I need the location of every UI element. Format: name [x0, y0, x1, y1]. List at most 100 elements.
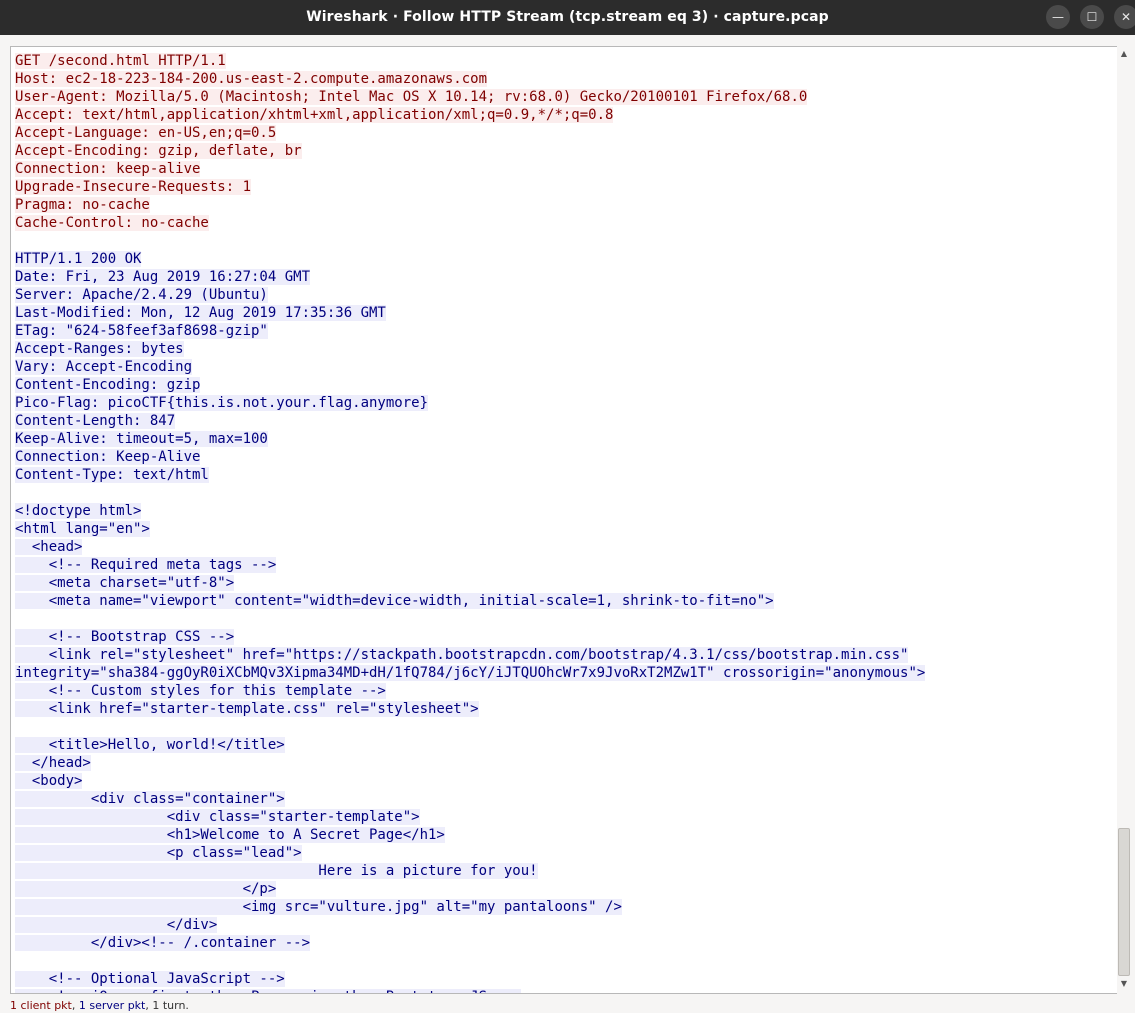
stream-text-area[interactable]: GET /second.html HTTP/1.1 Host: ec2-18-22…	[10, 46, 1118, 994]
response-line: <!-- Bootstrap CSS -->	[15, 628, 1117, 646]
server-text: Content-Encoding: gzip	[15, 377, 201, 393]
client-packets-count: 1 client pkt	[10, 999, 72, 1012]
server-text: Pico-Flag: picoCTF{this.is.not.your.flag…	[15, 395, 429, 411]
response-line: <link rel="stylesheet" href="https://sta…	[15, 646, 1117, 664]
server-text: Date: Fri, 23 Aug 2019 16:27:04 GMT	[15, 269, 311, 285]
response-line: <body>	[15, 772, 1117, 790]
response-line: <!doctype html>	[15, 502, 1117, 520]
server-text: Content-Length: 847	[15, 413, 176, 429]
response-line: </div><!-- /.container -->	[15, 934, 1117, 952]
server-text: </div>	[15, 917, 218, 933]
response-line: integrity="sha384-ggOyR0iXCbMQv3Xipma34M…	[15, 664, 1117, 682]
response-line	[15, 610, 1117, 628]
client-text: Accept-Encoding: gzip, deflate, br	[15, 143, 302, 159]
server-text: <div class="container">	[15, 791, 285, 807]
scroll-up-arrow-icon[interactable]: ▲	[1117, 48, 1131, 60]
minimize-icon[interactable]: —	[1046, 5, 1070, 29]
response-line: Content-Length: 847	[15, 412, 1117, 430]
stream-status-text: 1 client pkt, 1 server pkt, 1 turn.	[10, 999, 189, 1013]
request-line: GET /second.html HTTP/1.1	[15, 52, 1117, 70]
request-line: Cache-Control: no-cache	[15, 214, 1117, 232]
response-line	[15, 718, 1117, 736]
title-bar: Wireshark · Follow HTTP Stream (tcp.stre…	[0, 0, 1135, 35]
client-text: Cache-Control: no-cache	[15, 215, 209, 231]
client-text: Host: ec2-18-223-184-200.us-east-2.compu…	[15, 71, 488, 87]
server-text: <link href="starter-template.css" rel="s…	[15, 701, 479, 717]
response-line: </p>	[15, 880, 1117, 898]
server-text: ETag: "624-58feef3af8698-gzip"	[15, 323, 268, 339]
server-text: <img src="vulture.jpg" alt="my pantaloon…	[15, 899, 622, 915]
response-line: <meta name="viewport" content="width=dev…	[15, 592, 1117, 610]
maximize-icon[interactable]: ☐	[1080, 5, 1104, 29]
request-line: Accept-Language: en-US,en;q=0.5	[15, 124, 1117, 142]
server-text: <p class="lead">	[15, 845, 302, 861]
server-packets-count: 1 server pkt	[78, 999, 146, 1012]
response-line	[15, 952, 1117, 970]
server-text: <html lang="en">	[15, 521, 150, 537]
server-text: Here is a picture for you!	[15, 863, 538, 879]
response-line: <head>	[15, 538, 1117, 556]
response-line: <div class="container">	[15, 790, 1117, 808]
server-text: Keep-Alive: timeout=5, max=100	[15, 431, 268, 447]
response-line: Connection: Keep-Alive	[15, 448, 1117, 466]
response-line: <!-- Custom styles for this template -->	[15, 682, 1117, 700]
request-line: Connection: keep-alive	[15, 160, 1117, 178]
server-text: <link rel="stylesheet" href="https://sta…	[15, 647, 909, 663]
scrollbar-thumb[interactable]	[1118, 828, 1130, 976]
response-line: <p class="lead">	[15, 844, 1117, 862]
response-line: <img src="vulture.jpg" alt="my pantaloon…	[15, 898, 1117, 916]
server-text: Content-Type: text/html	[15, 467, 209, 483]
response-line: Accept-Ranges: bytes	[15, 340, 1117, 358]
server-text: <body>	[15, 773, 83, 789]
status-separator: ,	[71, 999, 79, 1012]
server-text: <!-- Optional JavaScript -->	[15, 971, 285, 987]
response-line: ETag: "624-58feef3af8698-gzip"	[15, 322, 1117, 340]
server-text: Last-Modified: Mon, 12 Aug 2019 17:35:36…	[15, 305, 386, 321]
turns-count: , 1 turn.	[145, 999, 189, 1012]
response-line: Server: Apache/2.4.29 (Ubuntu)	[15, 286, 1117, 304]
response-line: <html lang="en">	[15, 520, 1117, 538]
client-text: Pragma: no-cache	[15, 197, 150, 213]
response-line: Here is a picture for you!	[15, 862, 1117, 880]
vertical-scrollbar[interactable]: ▲ ▼	[1117, 46, 1131, 994]
server-text: </div><!-- /.container -->	[15, 935, 311, 951]
request-line: Pragma: no-cache	[15, 196, 1117, 214]
close-icon[interactable]: ✕	[1114, 5, 1135, 29]
request-line: User-Agent: Mozilla/5.0 (Macintosh; Inte…	[15, 88, 1117, 106]
server-text: <!-- jQuery first, then Popper.js, then …	[15, 989, 521, 993]
response-line: <!-- Required meta tags -->	[15, 556, 1117, 574]
server-text: <!-- Required meta tags -->	[15, 557, 277, 573]
server-text: <!doctype html>	[15, 503, 142, 519]
client-text: Accept-Language: en-US,en;q=0.5	[15, 125, 277, 141]
server-text: Accept-Ranges: bytes	[15, 341, 184, 357]
server-text: <head>	[15, 539, 83, 555]
response-line: </div>	[15, 916, 1117, 934]
scroll-down-arrow-icon[interactable]: ▼	[1117, 978, 1131, 990]
response-line: Date: Fri, 23 Aug 2019 16:27:04 GMT	[15, 268, 1117, 286]
response-line: Keep-Alive: timeout=5, max=100	[15, 430, 1117, 448]
server-text: Server: Apache/2.4.29 (Ubuntu)	[15, 287, 268, 303]
response-line: Content-Encoding: gzip	[15, 376, 1117, 394]
server-text: <title>Hello, world!</title>	[15, 737, 285, 753]
response-line: HTTP/1.1 200 OK	[15, 250, 1117, 268]
server-text: <meta name="viewport" content="width=dev…	[15, 593, 774, 609]
server-text: HTTP/1.1 200 OK	[15, 251, 142, 267]
request-line: Host: ec2-18-223-184-200.us-east-2.compu…	[15, 70, 1117, 88]
response-line: <link href="starter-template.css" rel="s…	[15, 700, 1117, 718]
client-text: Connection: keep-alive	[15, 161, 201, 177]
server-text: <!-- Bootstrap CSS -->	[15, 629, 235, 645]
response-line	[15, 484, 1117, 502]
request-line: Upgrade-Insecure-Requests: 1	[15, 178, 1117, 196]
response-line: <!-- jQuery first, then Popper.js, then …	[15, 988, 1117, 993]
client-text: GET /second.html HTTP/1.1	[15, 53, 226, 69]
response-line: </head>	[15, 754, 1117, 772]
client-text: Upgrade-Insecure-Requests: 1	[15, 179, 252, 195]
response-line: <h1>Welcome to A Secret Page</h1>	[15, 826, 1117, 844]
response-line: Vary: Accept-Encoding	[15, 358, 1117, 376]
server-text: <!-- Custom styles for this template -->	[15, 683, 386, 699]
server-text: </p>	[15, 881, 277, 897]
server-text: <div class="starter-template">	[15, 809, 420, 825]
response-line: <!-- Optional JavaScript -->	[15, 970, 1117, 988]
client-text: Accept: text/html,application/xhtml+xml,…	[15, 107, 614, 123]
stream-content: GET /second.html HTTP/1.1 Host: ec2-18-22…	[11, 47, 1117, 993]
